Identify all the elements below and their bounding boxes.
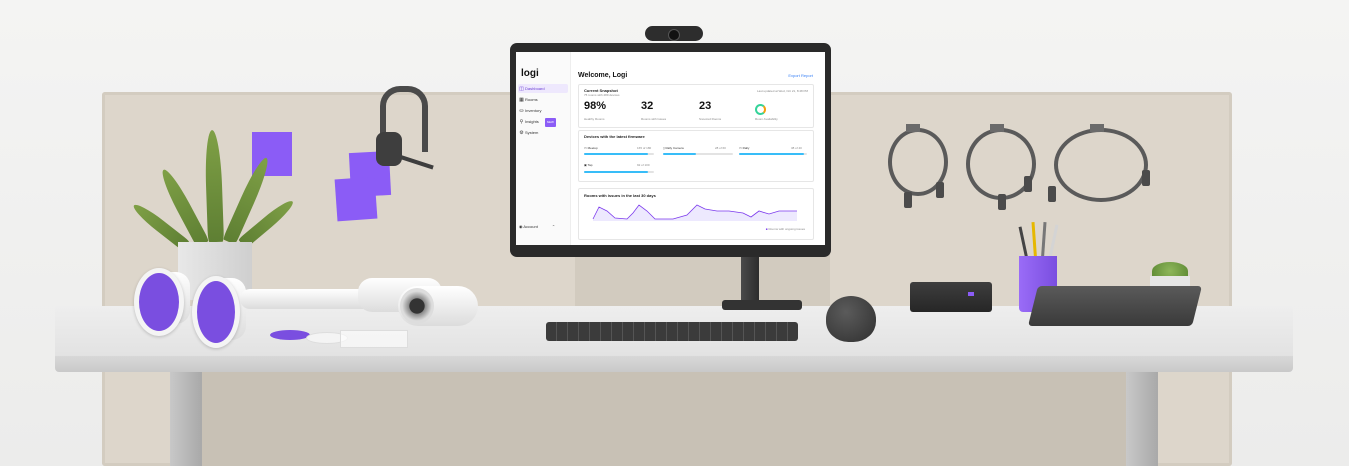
headset-earcup — [376, 132, 402, 166]
mini-pc-light — [968, 292, 974, 296]
desk-leg — [1126, 372, 1158, 466]
desk-edge — [55, 356, 1293, 372]
desk-underside — [200, 372, 1130, 466]
issues-legend: ■ Rooms with ongoing issues — [765, 227, 805, 231]
cable-plug — [1142, 170, 1150, 186]
stat-healthy-value: 98% — [584, 100, 607, 112]
progress-bar — [739, 153, 807, 155]
nav-label: Rooms — [525, 97, 538, 102]
device-count: 28 of 60 — [715, 146, 726, 150]
account-label: Account — [523, 224, 538, 229]
nav-insights[interactable]: ⚲ Insights NEW — [518, 117, 568, 127]
cable-plug — [1048, 186, 1056, 202]
stat-healthy-label: Healthy Rooms — [584, 117, 605, 121]
firmware-card: Devices with the latest firmware ▭ Meetu… — [578, 130, 814, 182]
last-updated: Last updated at Wed, Oct 21, 8:48 PM — [757, 89, 808, 93]
device-count: 165 of 180 — [637, 146, 652, 150]
cable-coil — [1054, 128, 1148, 202]
availability-donut — [755, 104, 766, 115]
stat-issues-label: Rooms with Issues — [641, 117, 667, 121]
cable-plug — [936, 182, 944, 198]
account-menu[interactable]: ◉ Account ⌃ — [519, 224, 555, 229]
inventory-icon: ⛀ — [519, 108, 524, 114]
device-count: 92 of 100 — [637, 163, 650, 167]
device-name: ▭ Meetup — [584, 146, 598, 150]
chevron-up-icon: ⌃ — [551, 224, 556, 229]
cable-strap — [990, 124, 1004, 132]
sidebar: logi ◫Dashboard ▦Rooms ⛀Inventory ⚲ Insig… — [516, 52, 571, 245]
cable-strap — [906, 124, 920, 132]
mini-pc — [910, 282, 992, 312]
keyboard — [546, 322, 798, 341]
issues-card: Rooms with issues in the last 30 days ■ … — [578, 188, 814, 240]
progress-bar — [584, 171, 654, 173]
cable-plug — [904, 192, 912, 208]
new-badge: NEW — [544, 118, 556, 127]
export-report-link[interactable]: Export Report — [788, 73, 813, 78]
progress-bar — [663, 153, 733, 155]
stat-snoozed-value: 23 — [699, 100, 712, 112]
nav-inventory[interactable]: ⛀Inventory — [518, 106, 568, 115]
device-name: ▣ Tap — [584, 163, 593, 167]
cable-plug — [998, 194, 1006, 210]
desk-leg — [170, 372, 202, 466]
logi-logo: logi — [521, 68, 539, 79]
system-icon: ⚙ — [519, 130, 524, 136]
webcam-lens — [668, 29, 680, 41]
stat-issues-value: 32 — [641, 100, 654, 112]
monitor-screen: logi ◫Dashboard ▦Rooms ⛀Inventory ⚲ Insig… — [516, 52, 825, 245]
cable-plug — [1024, 176, 1032, 192]
progress-fill — [584, 153, 649, 155]
rooms-icon: ▦ — [519, 97, 524, 103]
progress-fill — [584, 171, 649, 173]
progress-fill — [663, 153, 696, 155]
tablet-controller — [1028, 286, 1202, 326]
nav-label: Inventory — [525, 108, 542, 113]
device-name: ▯ Rally Camera — [663, 146, 684, 150]
nav-label: System — [525, 130, 539, 135]
camera-mount — [134, 268, 184, 336]
nav-label: Dashboard — [525, 86, 545, 91]
nav-rooms[interactable]: ▦Rooms — [518, 95, 568, 104]
dashboard-icon: ◫ — [519, 86, 524, 92]
insights-icon: ⚲ — [519, 119, 524, 125]
issues-sparkline — [592, 204, 797, 221]
monitor-stand — [741, 257, 759, 303]
issues-title: Rooms with issues in the last 30 days — [584, 193, 656, 198]
mouse — [826, 296, 876, 342]
puck — [270, 330, 310, 340]
camera-lens — [400, 288, 434, 324]
stat-snoozed-label: Snoozed Rooms — [699, 117, 722, 121]
device-name: ▭ Rally — [739, 146, 750, 150]
device-count: 38 of 40 — [791, 146, 802, 150]
nav-system[interactable]: ⚙System — [518, 128, 568, 137]
page-title: Welcome, Logi — [578, 72, 628, 79]
snapshot-card: Current Snapshot 75 rooms with 289 devic… — [578, 84, 814, 128]
camera-mount — [192, 276, 240, 348]
sticky-note — [334, 176, 378, 222]
stat-availability-label: Room Availability — [755, 117, 778, 121]
nav-label: Insights — [525, 119, 539, 124]
progress-fill — [739, 153, 804, 155]
cable-strap — [1090, 124, 1104, 132]
monitor-stand-base — [722, 300, 802, 310]
workspace-scene: logi ◫Dashboard ▦Rooms ⛀Inventory ⚲ Insig… — [0, 0, 1349, 466]
firmware-title: Devices with the latest firmware — [584, 134, 645, 139]
progress-bar — [584, 153, 654, 155]
snapshot-subtitle: 75 rooms with 289 devices — [584, 93, 620, 97]
cable-tray — [340, 330, 408, 348]
nav-dashboard[interactable]: ◫Dashboard — [518, 84, 568, 93]
